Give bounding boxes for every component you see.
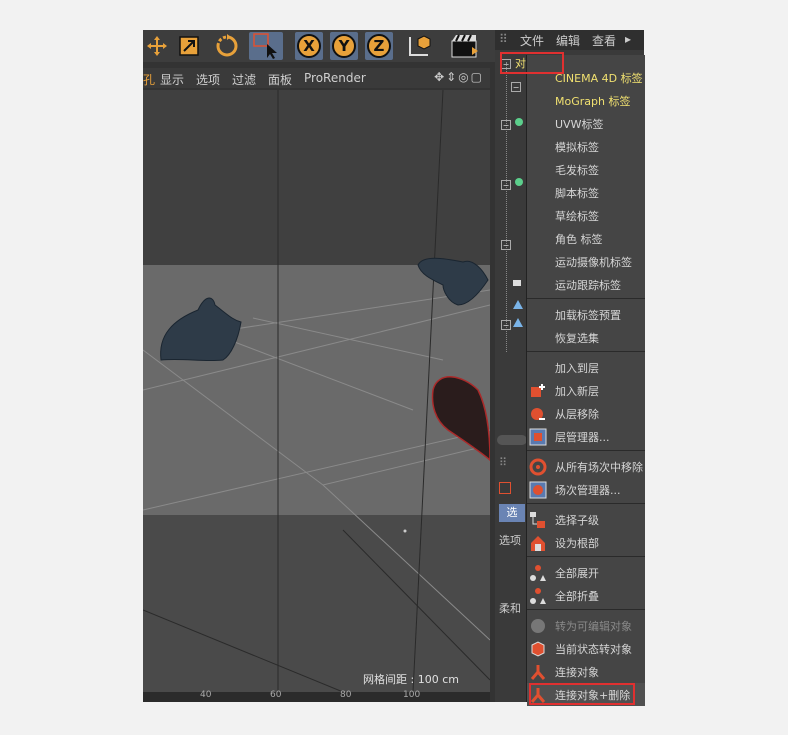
state-to-object-icon [527, 638, 549, 660]
connect-icon [527, 661, 549, 683]
menu-item-take-manager[interactable]: 场次管理器... [527, 478, 645, 501]
menu-file[interactable]: 文件 [520, 32, 544, 49]
grid-spacing-label: 网格间距 : 100 cm [363, 673, 459, 686]
menu-item-sketch-tags[interactable]: 草绘标签 [527, 204, 645, 227]
menu-item-motion-camera-tags[interactable]: 运动摄像机标签 [527, 250, 645, 273]
y-axis-button[interactable]: Y [330, 32, 358, 60]
highlight-box-object-tab [500, 52, 564, 74]
horizontal-scrollbar[interactable] [497, 435, 527, 445]
select-children-icon [527, 509, 549, 531]
menu-item-remove-from-layer[interactable]: 从层移除 [527, 402, 645, 425]
menu-item-character-tags[interactable]: 角色 标签 [527, 227, 645, 250]
viewport-menu-prorender[interactable]: ProRender [304, 71, 366, 85]
menu-item-current-state-to-object[interactable]: 当前状态转对象 [527, 637, 645, 660]
viewport-scene [143, 90, 490, 692]
viewport-menubar: 孔 显示 选项 过滤 面板 ProRender ✥⇕◎▢ [143, 68, 490, 88]
viewport-menu-filter[interactable]: 过滤 [232, 71, 256, 88]
tree-expand-icon[interactable]: − [501, 240, 511, 250]
viewport-navigation-icons[interactable]: ✥⇕◎▢ [434, 70, 484, 84]
tree-expand-icon[interactable]: − [501, 120, 511, 130]
menu-item-layer-manager[interactable]: 层管理器... [527, 425, 645, 448]
render-view-icon[interactable] [449, 32, 481, 60]
make-editable-icon [527, 615, 549, 637]
z-axis-label: Z [367, 34, 391, 58]
menu-item-simulation-tags[interactable]: 模拟标签 [527, 135, 645, 158]
x-axis-button[interactable]: X [295, 32, 323, 60]
menu-more-icon[interactable]: ▸ [625, 32, 631, 46]
attr-options-label[interactable]: 选项 [499, 532, 521, 548]
set-root-icon [527, 532, 549, 554]
viewport-menu-panel[interactable]: 面板 [268, 71, 292, 88]
menu-edit[interactable]: 编辑 [556, 32, 580, 49]
viewport-menu-options[interactable]: 选项 [196, 71, 220, 88]
remove-layer-icon [527, 403, 549, 425]
highlight-box-connect-delete [529, 683, 635, 705]
scale-tool-icon[interactable] [175, 32, 203, 60]
selection-tool-icon[interactable] [249, 32, 283, 60]
tree-expand-icon[interactable]: − [511, 82, 521, 92]
menu-item-restore-selection[interactable]: 恢复选集 [527, 326, 645, 349]
ruler-tick: 60 [270, 690, 282, 700]
layer-manager-icon [527, 426, 549, 448]
menu-item-motion-tracking-tags[interactable]: 运动跟踪标签 [527, 273, 645, 296]
take-remove-icon [527, 456, 549, 478]
ruler-tick: 40 [200, 690, 212, 700]
take-manager-icon [527, 479, 549, 501]
object-icon [515, 118, 523, 126]
object-icon [515, 178, 523, 186]
menu-item-make-editable[interactable]: 转为可编辑对象 [527, 614, 645, 637]
object-tree[interactable]: − − − − − − [497, 54, 527, 354]
move-tool-icon[interactable] [143, 32, 171, 60]
add-layer-icon [527, 380, 549, 402]
menu-item-script-tags[interactable]: 脚本标签 [527, 181, 645, 204]
menu-item-add-to-layer[interactable]: 加入到层 [527, 356, 645, 379]
context-menu: CINEMA 4D 标签 MoGraph 标签 UVW标签 模拟标签 毛发标签 … [526, 55, 645, 706]
menu-item-add-new-layer[interactable]: 加入新层 [527, 379, 645, 402]
menu-item-set-as-root[interactable]: 设为根部 [527, 531, 645, 554]
object-icon [513, 318, 523, 327]
menu-item-mograph-tags[interactable]: MoGraph 标签 [527, 89, 645, 112]
viewport-menu-truncated[interactable]: 孔 [143, 71, 155, 88]
menu-item-collapse-all[interactable]: 全部折叠 [527, 584, 645, 607]
tree-expand-icon[interactable]: − [501, 180, 511, 190]
expand-all-icon [527, 562, 549, 584]
attr-tab-basic[interactable]: 选 [499, 504, 525, 522]
menu-item-expand-all[interactable]: 全部展开 [527, 561, 645, 584]
menu-item-remove-from-all-takes[interactable]: 从所有场次中移除 [527, 455, 645, 478]
ruler-tick: 80 [340, 690, 352, 700]
3d-viewport[interactable] [143, 90, 490, 692]
y-axis-label: Y [332, 34, 356, 58]
main-toolbar: X Y Z [143, 30, 495, 62]
attr-soft-label[interactable]: 柔和 [499, 600, 521, 616]
coordinate-system-icon[interactable] [405, 32, 433, 60]
rotate-tool-icon[interactable] [213, 32, 241, 60]
menu-item-select-children[interactable]: 选择子级 [527, 508, 645, 531]
grip-icon: ⠿ [499, 456, 508, 469]
object-icon [513, 280, 521, 286]
tree-expand-icon[interactable]: − [501, 320, 511, 330]
grip-icon: ⠿ [499, 32, 508, 46]
selection-icon [499, 482, 511, 494]
menu-item-connect-objects[interactable]: 连接对象 [527, 660, 645, 683]
collapse-all-icon [527, 585, 549, 607]
menu-item-hair-tags[interactable]: 毛发标签 [527, 158, 645, 181]
ruler-tick: 100 [403, 690, 421, 700]
menu-item-load-tag-preset[interactable]: 加载标签预置 [527, 303, 645, 326]
timeline-ruler[interactable]: 40 60 80 100 [143, 690, 490, 702]
x-axis-label: X [297, 34, 321, 58]
menu-item-uvw-tags[interactable]: UVW标签 [527, 112, 645, 135]
object-icon [513, 300, 523, 309]
menu-view[interactable]: 查看 [592, 32, 616, 49]
z-axis-button[interactable]: Z [365, 32, 393, 60]
viewport-menu-display[interactable]: 显示 [160, 71, 184, 88]
object-manager-menubar: ⠿ 文件 编辑 查看 ▸ [495, 30, 644, 50]
